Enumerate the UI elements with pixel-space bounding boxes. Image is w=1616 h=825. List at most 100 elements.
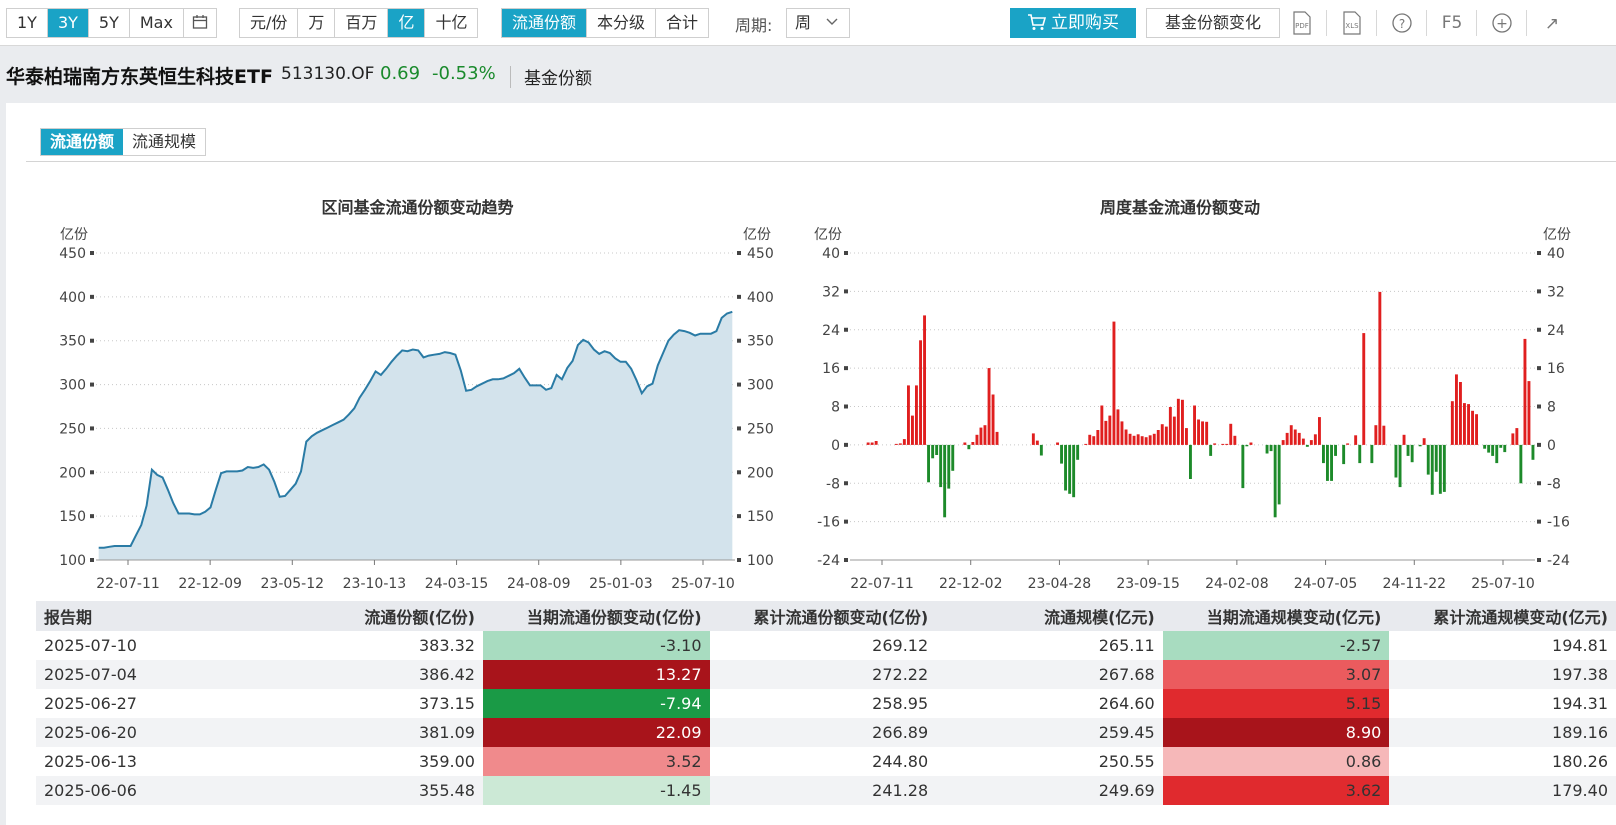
calendar-button[interactable] [184, 9, 216, 37]
col-header-scale-change[interactable]: 当期流通规模变动(亿元) [1162, 601, 1390, 631]
cell-period: 2025-07-10 [44, 636, 137, 655]
table-row[interactable]: 2025-06-06 355.48 -1.45 241.28 249.69 3.… [36, 776, 1616, 805]
bar [1515, 428, 1519, 445]
y-tick-label-right: 40 [1547, 246, 1565, 262]
unit-shiyi-button[interactable]: 十亿 [425, 9, 477, 37]
help-button[interactable]: ? [1380, 8, 1424, 38]
buy-now-label: 立即购买 [1051, 13, 1119, 33]
bar [1088, 434, 1092, 445]
share-change-button[interactable]: 基金份额变化 [1146, 8, 1280, 38]
cell-share: 381.09 [191, 718, 483, 747]
tick-mark [737, 426, 741, 431]
cell-scale: 264.60 [1098, 694, 1155, 713]
y-tick-label-left: 150 [59, 509, 86, 525]
bar [1434, 444, 1438, 472]
y-tick-label-left: 40 [822, 246, 840, 262]
y-tick-label-left: 350 [59, 334, 86, 350]
col-header-cum-scale-change[interactable]: 累计流通规模变动(亿元) [1389, 601, 1616, 631]
range-1y-button[interactable]: 1Y [7, 9, 48, 37]
tick-mark [844, 327, 848, 332]
bar [1422, 438, 1426, 445]
bar [1289, 425, 1293, 445]
range-3y-button[interactable]: 3Y [47, 9, 89, 37]
add-button[interactable]: + [1480, 8, 1524, 38]
y-axis-unit-right: 亿份 [1543, 227, 1571, 243]
bar [1285, 432, 1289, 445]
unit-yi-button[interactable]: 亿 [388, 9, 426, 37]
bar [1116, 409, 1120, 445]
bar [1108, 415, 1112, 445]
bar [1164, 426, 1168, 445]
bar [1394, 444, 1398, 478]
cell-scale-change: -2.57 [1162, 631, 1390, 660]
tick-mark [90, 338, 94, 343]
bar [939, 444, 943, 488]
bar [1213, 443, 1217, 445]
table-row[interactable]: 2025-06-20 381.09 22.09 266.89 259.45 8.… [36, 718, 1616, 747]
range-max-button[interactable]: Max [130, 9, 184, 37]
y-tick-label-left: 16 [822, 361, 840, 377]
left-chart-title: 区间基金流通份额变动趋势 [321, 198, 514, 217]
bar [1378, 291, 1382, 445]
unit-wan-button[interactable]: 万 [298, 9, 336, 37]
y-axis-unit-left: 亿份 [60, 227, 88, 243]
bar [1185, 428, 1188, 445]
share-icon: ↗ [1545, 14, 1559, 34]
bar [983, 425, 987, 445]
view-circulating-share-button[interactable]: 流通份额 [502, 9, 588, 37]
share-trend-chart: 亿份 亿份 100 100 150 150 200 200 250 250 300 300 350 350… [59, 227, 774, 592]
bar [894, 443, 898, 445]
bar [1450, 401, 1454, 445]
range-5y-button[interactable]: 5Y [89, 9, 130, 37]
bar [1334, 444, 1337, 456]
col-header-period[interactable]: 报告期 [36, 601, 192, 631]
cell-share-change: -1.45 [482, 776, 710, 805]
x-tick-label: 24-03-15 [425, 576, 489, 592]
view-this-class-button[interactable]: 本分级 [587, 9, 657, 37]
tab-circulating-scale[interactable]: 流通规模 [123, 129, 205, 155]
bar [866, 442, 870, 445]
unit-yuan-button[interactable]: 元/份 [240, 9, 299, 37]
bar [931, 444, 935, 459]
table-row[interactable]: 2025-06-13 359.00 3.52 244.80 250.55 0.8… [36, 747, 1616, 776]
table-row[interactable]: 2025-07-04 386.42 13.27 272.22 267.68 3.… [36, 660, 1616, 689]
y-tick-label-left: -16 [817, 515, 840, 531]
cell-period: 2025-06-20 [36, 718, 192, 747]
col-header-cum-share-change[interactable]: 累计流通份额变动(亿份) [709, 601, 937, 631]
y-tick-label-right: 100 [747, 553, 774, 569]
bar [951, 444, 955, 471]
fund-title-bar: 华泰柏瑞南方东英恒生科技ETF 513130.OF 0.69 -0.53% 基金… [0, 54, 1616, 94]
bar [1193, 405, 1196, 445]
bar [1495, 444, 1499, 464]
cell-scale-change: 3.62 [1162, 776, 1390, 805]
cell-scale: 259.45 [936, 718, 1163, 747]
buy-now-button[interactable]: 立即购买 [1010, 8, 1136, 38]
bar [1136, 434, 1140, 445]
tick-mark [737, 558, 741, 562]
col-header-share[interactable]: 流通份额(亿份) [191, 601, 483, 631]
x-tick-label: 22-07-11 [850, 576, 914, 592]
table-row[interactable]: 2025-07-10 383.32 -3.10 269.12 265.11 -2… [36, 631, 1616, 660]
svg-text:?: ? [1399, 17, 1405, 31]
table-row[interactable]: 2025-06-27 373.15 -7.94 258.95 264.60 5.… [36, 689, 1616, 718]
share-button[interactable]: ↗ [1530, 8, 1574, 38]
cell-cum-scale-change: 197.38 [1389, 660, 1616, 689]
export-pdf-button[interactable]: PDF [1280, 8, 1324, 38]
bar [1124, 429, 1128, 445]
y-tick-label-right: 24 [1547, 323, 1565, 339]
f5-refresh-button[interactable]: F5 [1430, 8, 1474, 38]
col-header-scale[interactable]: 流通规模(亿元) [936, 601, 1163, 631]
x-tick-label: 25-07-10 [1471, 576, 1535, 592]
col-header-share-change[interactable]: 当期流通份额变动(亿份) [482, 601, 710, 631]
tick-mark [737, 294, 741, 299]
bar [1318, 417, 1321, 445]
bar [1104, 420, 1108, 445]
export-xls-button[interactable]: XLS [1330, 8, 1374, 38]
period-select[interactable]: 周 [786, 8, 850, 38]
view-total-button[interactable]: 合计 [656, 9, 708, 37]
tick-mark [1537, 481, 1541, 486]
tab-circulating-share[interactable]: 流通份额 [41, 129, 124, 155]
tick-mark [90, 294, 94, 299]
unit-baiwan-button[interactable]: 百万 [335, 9, 389, 37]
y-tick-label-right: 8 [1547, 400, 1556, 416]
